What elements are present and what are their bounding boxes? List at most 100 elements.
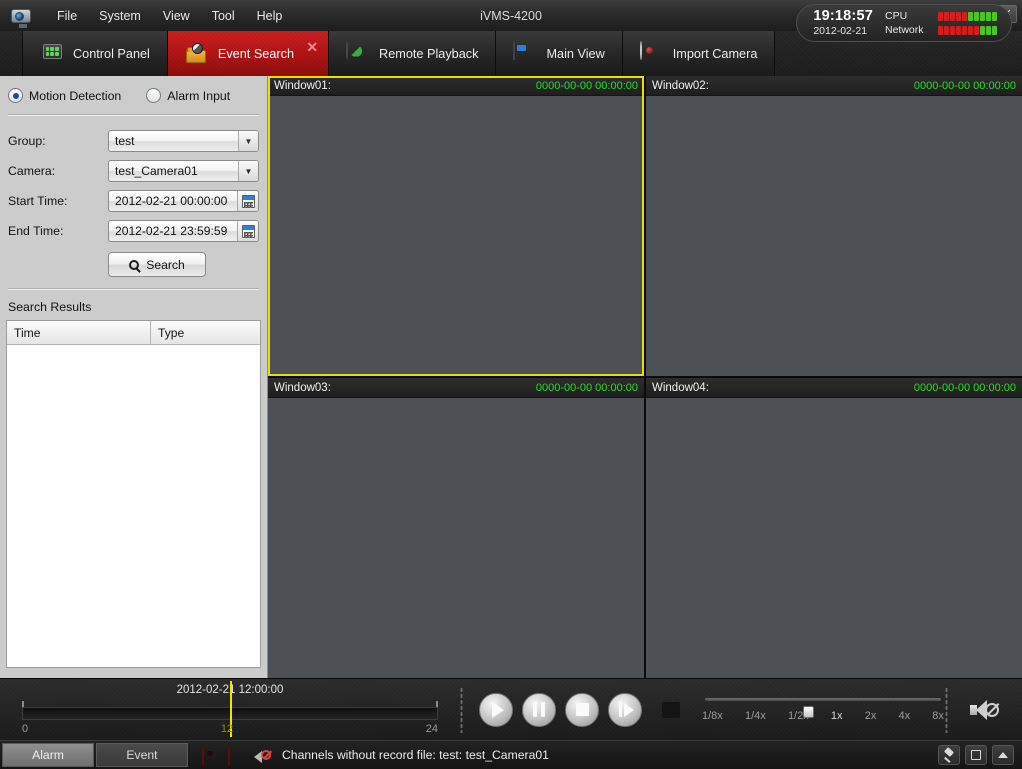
label-start-time: Start Time: xyxy=(8,194,68,208)
single-frame-button[interactable] xyxy=(608,692,642,727)
speed-label-1-8x[interactable]: 1/8x xyxy=(702,710,723,722)
chevron-down-icon[interactable]: ▼ xyxy=(238,161,258,181)
play-icon xyxy=(492,701,504,718)
tab-main-view[interactable]: Main View xyxy=(496,31,623,76)
main-view-monitor-icon xyxy=(513,40,537,66)
tab-label-event-search: Event Search xyxy=(217,46,295,61)
video-window-03[interactable]: Window03: 0000-00-00 00:00:00 xyxy=(268,378,644,678)
tab-remote-playback[interactable]: Remote Playback xyxy=(329,31,497,76)
search-results-table: Time Type xyxy=(6,320,261,668)
timeline-label-24: 24 xyxy=(425,723,438,735)
menu-item-system[interactable]: System xyxy=(88,5,152,27)
start-time-input[interactable]: 2012-02-21 00:00:00 xyxy=(108,190,259,212)
maximize-panel-button[interactable] xyxy=(965,745,987,765)
pin-button[interactable] xyxy=(938,745,960,765)
mute-icon[interactable] xyxy=(970,698,1000,722)
single-frame-icon xyxy=(618,702,634,717)
separator-dots-left xyxy=(460,686,463,733)
video-window-02[interactable]: Window02: 0000-00-00 00:00:00 xyxy=(646,76,1022,376)
import-camera-dome-icon xyxy=(639,40,664,66)
calendar-icon[interactable] xyxy=(237,191,258,211)
tab-control-panel[interactable]: Control Panel xyxy=(22,31,168,76)
search-results-body[interactable] xyxy=(7,345,260,667)
video-window-01-name: Window01: xyxy=(274,79,331,92)
tab-label-remote-playback: Remote Playback xyxy=(379,46,479,61)
alarm-lamp-icon[interactable] xyxy=(228,745,245,765)
tab-close-icon[interactable]: ✕ xyxy=(306,40,318,54)
column-header-type[interactable]: Type xyxy=(151,321,260,345)
camera-select[interactable]: test_Camera01 ▼ xyxy=(108,160,259,182)
video-window-04-header: Window04: 0000-00-00 00:00:00 xyxy=(646,378,1022,398)
group-select-value: test xyxy=(115,134,135,148)
network-meter-bar xyxy=(938,25,997,35)
column-header-time[interactable]: Time xyxy=(7,321,151,345)
search-type-radio-group: Motion Detection Alarm Input xyxy=(0,76,267,103)
playback-control-bar: 2012-02-21 12:00:00 0 12 24 1/8x 1/4x 1/… xyxy=(0,678,1022,740)
start-time-value: 2012-02-21 00:00:00 xyxy=(115,194,228,208)
form-row-end-time: End Time: 2012-02-21 23:59:59 xyxy=(8,216,259,246)
statusbar-icons xyxy=(202,745,271,765)
cpu-label: CPU xyxy=(885,10,908,22)
video-window-02-canvas[interactable] xyxy=(646,96,1022,376)
ivms-application-window: File System View Tool Help iVMS-4200 — ▫… xyxy=(0,0,1022,769)
video-window-grid: Window01: 0000-00-00 00:00:00 Window02: … xyxy=(268,76,1022,678)
motion-detection-icon[interactable] xyxy=(202,745,219,765)
radio-alarm-input[interactable] xyxy=(146,88,162,103)
video-window-04[interactable]: Window04: 0000-00-00 00:00:00 xyxy=(646,378,1022,678)
speed-label-1-4x[interactable]: 1/4x xyxy=(745,710,766,722)
tab-import-camera[interactable]: Import Camera xyxy=(622,31,776,76)
timeline[interactable]: 2012-02-21 12:00:00 0 12 24 xyxy=(0,679,460,740)
calendar-icon[interactable] xyxy=(237,221,258,241)
radio-motion-detection[interactable] xyxy=(8,88,23,103)
collapse-button[interactable] xyxy=(992,745,1014,765)
video-window-04-canvas[interactable] xyxy=(646,398,1022,678)
fullscreen-button[interactable] xyxy=(655,695,687,725)
maximize-panel-icon xyxy=(971,750,981,760)
menu-item-tool[interactable]: Tool xyxy=(201,5,246,27)
speed-slider-knob[interactable] xyxy=(803,705,814,718)
status-message: Channels without record file: test: test… xyxy=(282,748,549,762)
speed-label-2x[interactable]: 2x xyxy=(865,710,877,722)
playback-speed-slider[interactable]: 1/8x 1/4x 1/2x 1x 2x 4x 8x xyxy=(687,697,945,722)
statusbar-right-buttons xyxy=(938,745,1022,765)
label-camera: Camera: xyxy=(8,164,56,178)
transport-controls xyxy=(463,692,687,727)
clock-time: 19:18:57 xyxy=(813,8,873,25)
collapse-icon xyxy=(998,752,1008,758)
menu-item-help[interactable]: Help xyxy=(246,5,294,27)
video-window-01-canvas[interactable] xyxy=(268,96,644,376)
menu-item-view[interactable]: View xyxy=(152,5,201,27)
end-time-input[interactable]: 2012-02-21 23:59:59 xyxy=(108,220,259,242)
stop-button[interactable] xyxy=(565,692,599,727)
statusbar-tab-event[interactable]: Event xyxy=(96,743,188,767)
status-bar: Alarm Event Channels without record file… xyxy=(0,740,1022,769)
status-clock-widget: 19:18:57 2012-02-21 CPU Network xyxy=(796,4,1012,42)
speed-label-8x[interactable]: 8x xyxy=(932,710,944,722)
chevron-down-icon[interactable]: ▼ xyxy=(238,131,258,151)
video-window-01[interactable]: Window01: 0000-00-00 00:00:00 xyxy=(268,76,644,376)
play-button[interactable] xyxy=(479,692,513,727)
video-window-01-time: 0000-00-00 00:00:00 xyxy=(535,79,638,92)
speed-label-4x[interactable]: 4x xyxy=(899,710,911,722)
tab-label-main-view: Main View xyxy=(546,46,605,61)
search-button-label: Search xyxy=(146,257,185,272)
resource-meters: CPU Network xyxy=(885,10,997,36)
pin-icon xyxy=(943,749,955,761)
statusbar-tab-alarm[interactable]: Alarm xyxy=(2,743,94,767)
group-select[interactable]: test ▼ xyxy=(108,130,259,152)
audio-muted-icon[interactable] xyxy=(254,748,271,763)
pause-button[interactable] xyxy=(522,692,556,727)
audio-area xyxy=(948,698,1022,722)
label-group: Group: xyxy=(8,134,46,148)
speed-label-1x[interactable]: 1x xyxy=(831,710,843,722)
timeline-label-12: 12 xyxy=(220,723,234,735)
video-window-04-time: 0000-00-00 00:00:00 xyxy=(913,381,1016,394)
video-window-01-header: Window01: 0000-00-00 00:00:00 xyxy=(268,76,644,96)
label-motion-detection: Motion Detection xyxy=(29,88,122,103)
search-button[interactable]: Search xyxy=(108,252,206,277)
search-results-header-row: Time Type xyxy=(7,321,260,345)
speed-slider-track[interactable] xyxy=(705,697,941,701)
menu-item-file[interactable]: File xyxy=(46,5,88,27)
tab-event-search[interactable]: Event Search ✕ xyxy=(168,31,330,76)
video-window-03-canvas[interactable] xyxy=(268,398,644,678)
